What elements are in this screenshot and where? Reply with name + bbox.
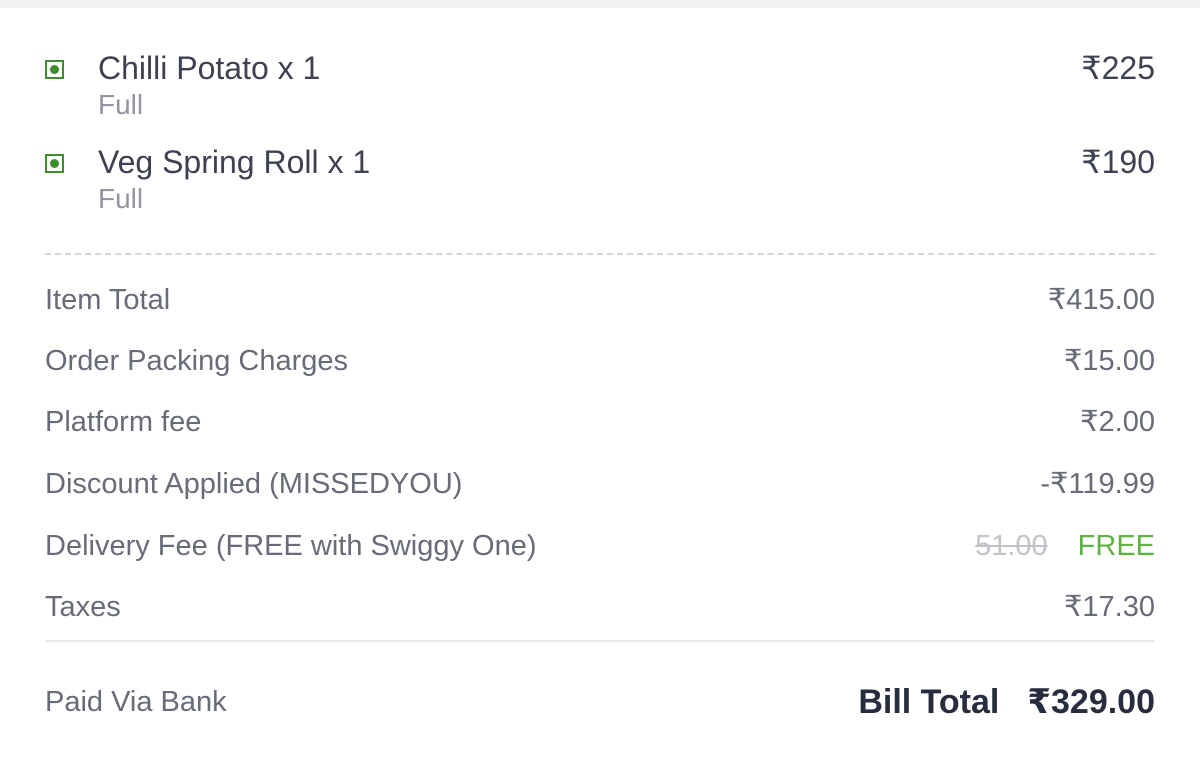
bill-row-platform-fee: Platform fee ₹2.00 — [45, 402, 1155, 442]
bill-value: -₹119.99 — [1040, 468, 1155, 500]
bill-value: ₹15.00 — [1063, 345, 1155, 377]
bill-value: ₹17.30 — [1063, 591, 1155, 623]
item-name: Veg Spring Roll x 1 — [98, 144, 371, 180]
bill-footer: Paid Via Bank Bill Total ₹329.00 — [45, 680, 1155, 724]
bill-value: 51.00 FREE — [975, 526, 1155, 566]
free-delivery-label: FREE — [1077, 530, 1155, 562]
bill-row-taxes: Taxes ₹17.30 — [45, 587, 1155, 627]
item-price: ₹225 — [1081, 50, 1155, 86]
bill-label: Order Packing Charges — [45, 345, 349, 377]
payment-method: Paid Via Bank — [45, 686, 227, 718]
bill-total: Bill Total ₹329.00 — [858, 680, 1155, 724]
bill-value: ₹2.00 — [1080, 406, 1155, 438]
bill-value: ₹415.00 — [1047, 284, 1155, 316]
order-item: Veg Spring Roll x 1 Full ₹190 — [45, 142, 1155, 222]
item-price: ₹190 — [1081, 144, 1155, 180]
item-variant: Full — [98, 183, 144, 214]
bill-label: Platform fee — [45, 406, 202, 438]
top-strip — [0, 0, 1200, 8]
item-name: Chilli Potato x 1 — [98, 50, 321, 86]
bill-label: Item Total — [45, 284, 171, 316]
bill-row-discount: Discount Applied (MISSEDYOU) -₹119.99 — [45, 464, 1155, 504]
bill-label: Taxes — [45, 591, 121, 623]
original-delivery-fee: 51.00 — [975, 530, 1048, 562]
items-divider — [45, 253, 1155, 255]
veg-indicator-icon — [45, 154, 64, 173]
veg-indicator-icon — [45, 60, 64, 79]
bill-label: Discount Applied (MISSEDYOU) — [45, 468, 463, 500]
order-item: Chilli Potato x 1 Full ₹225 — [45, 48, 1155, 128]
bill-row-delivery: Delivery Fee (FREE with Swiggy One) 51.0… — [45, 526, 1155, 566]
bill-row-item-total: Item Total ₹415.00 — [45, 280, 1155, 320]
bill-label: Delivery Fee (FREE with Swiggy One) — [45, 530, 537, 562]
bill-total-label: Bill Total — [858, 683, 1000, 721]
item-variant: Full — [98, 89, 144, 120]
bill-total-amount: ₹329.00 — [1027, 683, 1155, 721]
bill-row-packing: Order Packing Charges ₹15.00 — [45, 341, 1155, 381]
total-divider — [45, 640, 1155, 642]
